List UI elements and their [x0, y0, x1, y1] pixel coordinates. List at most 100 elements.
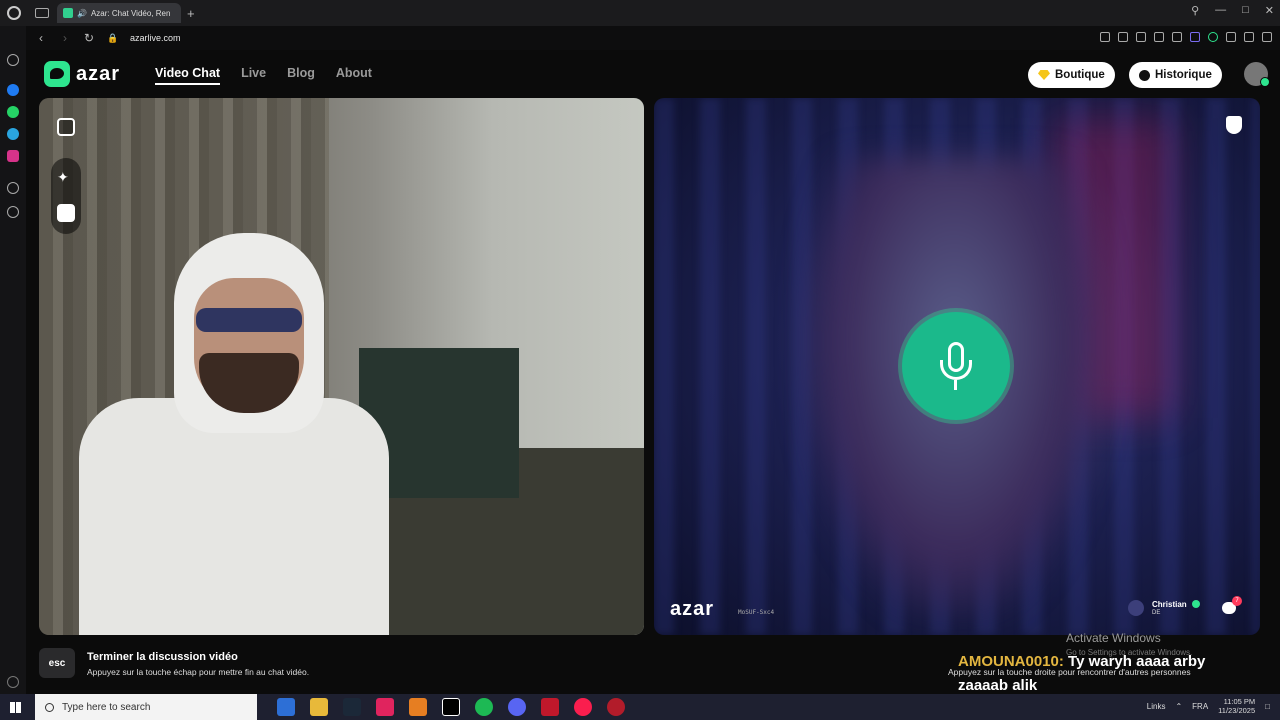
search-placeholder: Type here to search	[62, 701, 151, 713]
steam-icon[interactable]	[343, 698, 361, 716]
discord-icon[interactable]	[508, 698, 526, 716]
menu-icon[interactable]	[1262, 32, 1272, 42]
window-controls: ⚲ — □ ✕	[1191, 4, 1274, 17]
chevron-up-icon[interactable]: ⌃	[1175, 702, 1182, 711]
chat-username: AMOUNA0010:	[958, 653, 1064, 670]
url-field[interactable]: azarlive.com	[130, 33, 181, 43]
file-explorer-icon[interactable]	[310, 698, 328, 716]
clock-time: 11:05 PM	[1223, 697, 1256, 706]
notification-icon[interactable]: □	[1265, 702, 1270, 711]
whatsapp-icon[interactable]	[7, 106, 19, 118]
local-video: ✦	[39, 98, 644, 635]
address-bar: ‹ › ↻ 🔒 azarlive.com	[26, 26, 1280, 50]
nav-about[interactable]: About	[336, 66, 372, 85]
taskbar-clock[interactable]: 11:05 PM 11/23/2025	[1218, 697, 1255, 715]
mic-foot	[954, 380, 957, 390]
azar-logo-icon	[44, 61, 70, 87]
verified-icon	[1192, 600, 1200, 608]
more-icon[interactable]	[7, 676, 19, 688]
end-chat-title: Terminer la discussion vidéo	[87, 651, 238, 663]
partner-country: DE	[1152, 610, 1161, 616]
nav-blog[interactable]: Blog	[287, 66, 315, 85]
logo-text: azar	[76, 62, 121, 85]
opera-gx-icon[interactable]	[574, 698, 592, 716]
activate-windows-title: Activate Windows	[1066, 631, 1161, 645]
opera-icon[interactable]	[7, 6, 21, 20]
speaker-icon[interactable]: 🔊	[77, 9, 87, 18]
esc-key[interactable]: esc	[39, 648, 75, 678]
shield-icon[interactable]	[1226, 116, 1242, 134]
telegram-icon[interactable]	[7, 128, 19, 140]
remote-video: azar MoSUF-Sxc4 Christian DE 7	[654, 98, 1260, 635]
spotify-icon[interactable]	[475, 698, 493, 716]
azar-page: azar Video Chat Live Blog About Boutique…	[26, 50, 1280, 694]
end-chat-sub: Appuyez sur la touche échap pour mettre …	[87, 667, 310, 677]
back-icon[interactable]: ‹	[32, 31, 50, 45]
player-icon[interactable]	[7, 182, 19, 194]
play-icon[interactable]	[1154, 32, 1164, 42]
clock-date: 11/23/2025	[1218, 706, 1256, 715]
obs-icon[interactable]	[607, 698, 625, 716]
partner-avatar[interactable]	[1128, 600, 1144, 616]
search-tabs-icon[interactable]: ⚲	[1191, 4, 1199, 17]
pdf-app-icon[interactable]	[376, 698, 394, 716]
tab-title: Azar: Chat Vidéo, Ren	[90, 8, 171, 18]
extension-icon[interactable]	[1190, 32, 1200, 42]
nav-video-chat[interactable]: Video Chat	[155, 66, 221, 85]
heart-icon[interactable]	[1172, 32, 1182, 42]
profile-icon[interactable]	[1208, 32, 1218, 42]
face-icon[interactable]	[57, 204, 75, 222]
browser-tabstrip: 🔊 Azar: Chat Vidéo, Ren + ⚲ — □ ✕	[0, 0, 1280, 26]
nav-live[interactable]: Live	[241, 66, 266, 85]
overlay-id: MoSUF-Sxc4	[738, 609, 775, 616]
partner-name: Christian	[1152, 600, 1187, 609]
mic-stand	[940, 360, 972, 380]
game-app-icon[interactable]	[541, 698, 559, 716]
links-label[interactable]: Links	[1147, 702, 1166, 711]
download-icon[interactable]	[1244, 32, 1254, 42]
avatar-icon[interactable]	[1244, 62, 1270, 87]
app-a-icon[interactable]	[409, 698, 427, 716]
language-label[interactable]: FRA	[1192, 702, 1208, 711]
windows-start-icon[interactable]	[10, 701, 21, 713]
calculator-app-icon[interactable]	[277, 698, 295, 716]
overlay-logo: azar	[670, 598, 715, 620]
boutique-button[interactable]: Boutique	[1028, 62, 1115, 88]
azar-logo[interactable]: azar	[44, 61, 120, 87]
mic-button[interactable]	[902, 312, 1010, 420]
taskbar-search[interactable]: Type here to search	[35, 694, 257, 720]
reload-icon[interactable]: ↻	[80, 31, 98, 45]
historique-label: Historique	[1155, 69, 1212, 81]
stream-chat-message: AMOUNA0010: Ty waryh aaaa arby zaaaab al…	[958, 650, 1258, 698]
puzzle-icon[interactable]	[1226, 32, 1236, 42]
aria-icon[interactable]	[7, 54, 19, 66]
sparkle-icon[interactable]: ✦	[57, 170, 75, 188]
main-nav: Video Chat Live Blog About	[155, 66, 372, 85]
toolbar-icons	[1100, 32, 1272, 42]
clock-icon	[1139, 69, 1150, 81]
effects-toolbar: ✦	[51, 158, 81, 234]
messenger-icon[interactable]	[7, 84, 19, 96]
crop-icon[interactable]	[57, 118, 75, 136]
snapshot-icon[interactable]	[1118, 32, 1128, 42]
close-button[interactable]: ✕	[1265, 4, 1274, 17]
instagram-icon[interactable]	[7, 150, 19, 162]
person-sunglasses	[196, 308, 302, 332]
azar-favicon-icon	[63, 8, 73, 18]
gem-icon	[1038, 70, 1050, 80]
vpn-icon[interactable]	[1136, 32, 1146, 42]
system-tray: Links ⌃ FRA 11:05 PM 11/23/2025 □	[1147, 697, 1270, 715]
minimize-button[interactable]: —	[1215, 4, 1226, 17]
maximize-button[interactable]: □	[1242, 4, 1249, 17]
lock-icon: 🔒	[107, 32, 119, 43]
forward-icon[interactable]: ›	[56, 31, 74, 45]
tiktok-icon[interactable]	[442, 698, 460, 716]
new-tab-button[interactable]: +	[187, 6, 195, 21]
boutique-label: Boutique	[1055, 69, 1105, 81]
tab-azar[interactable]: 🔊 Azar: Chat Vidéo, Ren	[57, 3, 181, 23]
person-hoodie	[79, 398, 389, 635]
settings-gear-icon[interactable]	[7, 206, 19, 218]
pin-icon[interactable]	[1100, 32, 1110, 42]
historique-button[interactable]: Historique	[1129, 62, 1222, 88]
tab-island-icon[interactable]	[35, 8, 49, 18]
